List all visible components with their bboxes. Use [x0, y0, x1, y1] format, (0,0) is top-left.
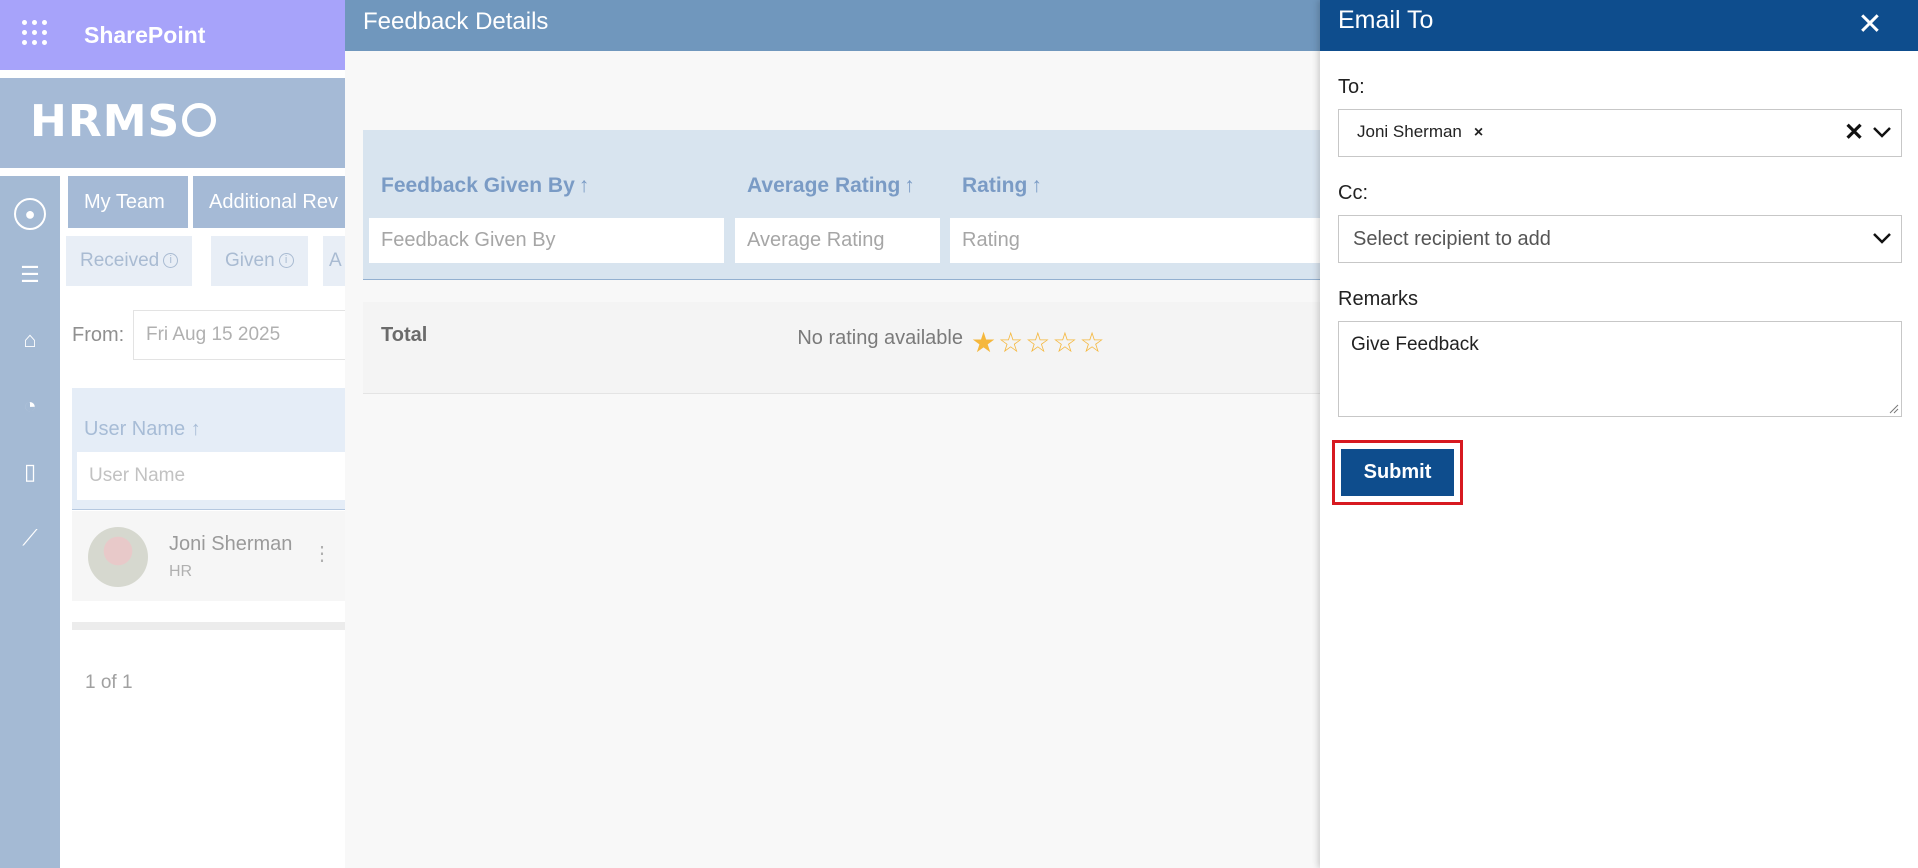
star-empty-icon: ☆ [998, 326, 1026, 359]
panel-title: Feedback Details [363, 8, 549, 35]
info-icon: i [163, 253, 179, 269]
cc-recipient-picker[interactable]: Select recipient to add [1338, 215, 1902, 263]
subtab-given[interactable]: Given i [211, 236, 308, 286]
submit-button[interactable]: Submit [1341, 449, 1454, 496]
suite-title[interactable]: SharePoint [84, 22, 205, 49]
more-options-icon[interactable]: ⋮ [312, 541, 332, 566]
home-icon[interactable]: ⌂ [16, 326, 44, 354]
analytics-icon[interactable]: ⟋ [16, 524, 44, 552]
column-feedback-given-by[interactable]: Feedback Given By ↑ [381, 174, 589, 198]
average-rating-value: No rating available [797, 327, 963, 349]
feedback-given-by-filter-input[interactable]: Feedback Given By [369, 218, 724, 263]
column-label: Feedback Given By [381, 174, 575, 197]
from-label: From: [72, 324, 125, 346]
total-label: Total [381, 324, 428, 346]
cc-placeholder: Select recipient to add [1353, 228, 1551, 250]
star-empty-icon: ☆ [1079, 326, 1107, 359]
feedback-grid-header: Feedback Given By ↑ Average Rating ↑ Ratin… [363, 130, 1320, 280]
column-user-name-label: User Name [84, 418, 186, 440]
tab-my-team[interactable]: My Team [68, 176, 188, 228]
subtab-received[interactable]: Received i [66, 236, 193, 286]
column-rating[interactable]: Rating ↑ [962, 174, 1042, 198]
column-user-name[interactable]: User Name ↑ [84, 418, 201, 441]
average-rating-filter-input[interactable]: Average Rating [735, 218, 940, 263]
profile-icon[interactable]: ● [14, 198, 46, 230]
table-row[interactable]: Joni Sherman HR ⋮ [72, 511, 357, 601]
star-empty-icon: ☆ [1025, 326, 1053, 359]
user-name: Joni Sherman [169, 533, 293, 555]
panel-title: Email To [1338, 6, 1434, 34]
hrms-logo: HRMS [30, 96, 217, 147]
background-content: My Team Additional Rev Received i Given i … [60, 176, 363, 868]
column-label: Rating [962, 174, 1028, 197]
column-label: Average Rating [747, 174, 901, 197]
submit-highlight: Submit [1332, 440, 1463, 505]
app-launcher-icon[interactable] [22, 20, 48, 46]
left-navigation-rail: ● ☰ ⌂ ◔ ▯ ⟋ [0, 176, 60, 868]
hrms-logo-circle-icon [182, 103, 217, 137]
column-average-rating[interactable]: Average Rating ↑ [747, 174, 915, 198]
info-icon: i [278, 253, 294, 269]
subtab-other[interactable]: A [323, 236, 345, 286]
remove-recipient-icon[interactable]: × [1474, 124, 1483, 141]
close-icon[interactable]: ✕ [1855, 10, 1885, 40]
user-grid-header: User Name ↑ User Name [72, 388, 357, 510]
email-to-panel: Email To ✕ To: Joni Sherman × ✕ Cc: Selec… [1320, 0, 1918, 868]
star-rating: ★☆☆☆☆ [971, 326, 1107, 359]
recipient-chip-name: Joni Sherman [1357, 122, 1462, 141]
remarks-label: Remarks [1338, 288, 1419, 310]
rating-filter-input[interactable]: Rating [950, 218, 1320, 263]
tab-additional-review[interactable]: Additional Rev [193, 176, 345, 228]
hrms-header: HRMS [0, 78, 345, 168]
resize-handle-icon[interactable] [1889, 404, 1899, 414]
email-to-header: Email To ✕ [1320, 0, 1918, 51]
recipient-chip: Joni Sherman × [1357, 122, 1483, 142]
clear-icon[interactable]: ✕ [1844, 118, 1864, 147]
remarks-text: Give Feedback [1351, 334, 1479, 355]
from-date-input[interactable]: Fri Aug 15 2025 [133, 310, 363, 360]
pagination-text: 1 of 1 [85, 672, 133, 693]
sort-icon: ↑ [1031, 174, 1042, 197]
chevron-down-icon[interactable] [1872, 228, 1892, 248]
sort-icon: ↑ [578, 174, 590, 197]
user-department: HR [169, 563, 193, 580]
sort-icon: ↑ [904, 174, 915, 197]
star-filled-icon: ★ [971, 326, 999, 359]
dashboard-icon[interactable]: ◔ [16, 392, 44, 420]
to-label: To: [1338, 76, 1365, 98]
user-name-filter-input[interactable]: User Name [77, 452, 357, 500]
total-row: Total No rating available ★☆☆☆☆ [363, 302, 1320, 394]
star-empty-icon: ☆ [1052, 326, 1080, 359]
subtab-given-label: Given [225, 250, 275, 271]
sort-icon: ↑ [190, 418, 201, 440]
subtab-received-label: Received [80, 250, 160, 271]
avatar [88, 527, 148, 587]
menu-icon[interactable]: ☰ [16, 261, 44, 289]
remarks-textarea[interactable]: Give Feedback [1338, 321, 1902, 417]
document-icon[interactable]: ▯ [16, 458, 44, 486]
feedback-details-panel: Feedback Details Feedback Given By ↑ Aver… [345, 0, 1320, 868]
horizontal-scrollbar[interactable] [72, 622, 357, 630]
feedback-details-header: Feedback Details [345, 0, 1320, 51]
cc-label: Cc: [1338, 182, 1368, 204]
hrms-logo-text: HRMS [30, 96, 181, 147]
chevron-down-icon[interactable] [1872, 122, 1892, 142]
to-recipient-picker[interactable]: Joni Sherman × ✕ [1338, 109, 1902, 157]
